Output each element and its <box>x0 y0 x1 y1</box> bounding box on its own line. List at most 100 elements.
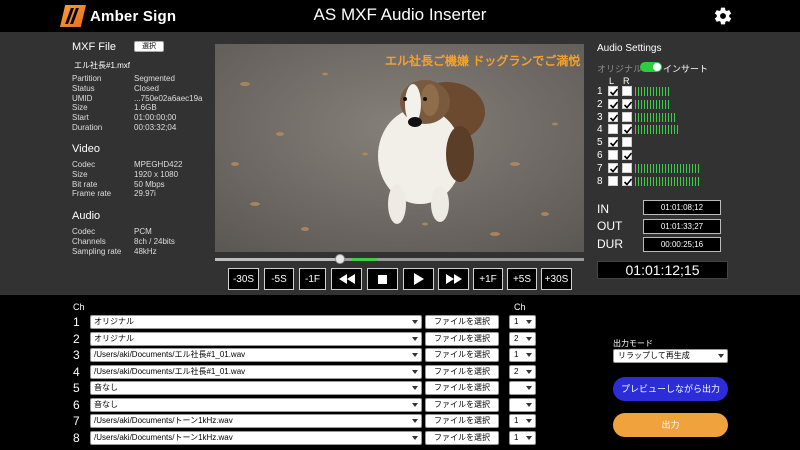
choose-file-button[interactable]: ファイルを選択 <box>425 348 499 362</box>
insert-label: インサート <box>663 64 709 74</box>
chevron-down-icon <box>718 354 724 358</box>
source-channel-select[interactable]: 2 <box>509 331 536 346</box>
left-channel-checkbox[interactable] <box>608 175 618 186</box>
audio-source-select[interactable]: /Users/aki/Documents/エル社長#1_01.wav <box>90 348 422 362</box>
channel-number: 7 <box>597 162 603 174</box>
info-value: 1920 x 1080 <box>134 169 179 179</box>
preview-output-button[interactable]: プレビューしながら出力 <box>613 377 728 401</box>
audio-source-select[interactable]: /Users/aki/Documents/トーン1kHz.wav <box>90 430 422 445</box>
choose-file-button[interactable]: ファイルを選択 <box>425 331 499 346</box>
left-channel-checkbox[interactable] <box>608 150 618 160</box>
chevron-down-icon <box>526 386 532 390</box>
video-preview[interactable] <box>215 44 584 252</box>
play-button[interactable] <box>403 268 434 290</box>
left-channel-checkbox[interactable] <box>608 124 618 135</box>
level-meter <box>635 87 670 96</box>
audio-source-select[interactable]: オリジナル <box>90 331 422 346</box>
right-channel-checkbox[interactable] <box>622 150 633 160</box>
select-mxf-button[interactable]: 選択 <box>134 41 164 52</box>
back-5s-button[interactable]: -5S <box>264 268 294 290</box>
audio-source-value: オリジナル <box>94 333 134 343</box>
source-channel-select[interactable] <box>509 381 536 395</box>
in-timecode-field[interactable]: 01:01:08;12 <box>643 200 721 215</box>
info-key: Codec <box>72 227 96 236</box>
in-label: IN <box>597 202 609 216</box>
out-timecode-field[interactable]: 01:01:33;27 <box>643 219 721 234</box>
output-channel-number: 2 <box>73 331 80 346</box>
left-channel-checkbox[interactable] <box>608 98 619 109</box>
back-30s-button[interactable]: -30S <box>228 268 259 290</box>
source-channel-select[interactable]: 2 <box>509 364 536 379</box>
chevron-down-icon <box>412 435 418 440</box>
forward-1f-button[interactable]: +1F <box>473 268 503 290</box>
audio-source-value: 音なし <box>94 383 118 392</box>
gear-icon[interactable] <box>713 6 733 26</box>
right-channel-checkbox[interactable] <box>622 137 632 148</box>
level-meter <box>635 176 700 186</box>
source-channel-select[interactable] <box>509 397 536 412</box>
audio-source-value: 音なし <box>94 399 118 409</box>
channel-number: 1 <box>597 86 603 97</box>
source-channel-select[interactable]: 1 <box>509 414 536 428</box>
source-channel-select[interactable]: 1 <box>509 315 536 329</box>
right-channel-checkbox[interactable] <box>622 111 632 122</box>
audio-source-select[interactable]: /Users/aki/Documents/エル社長#1_01.wav <box>90 364 422 379</box>
choose-file-button[interactable]: ファイルを選択 <box>425 315 499 329</box>
choose-file-button[interactable]: ファイルを選択 <box>425 414 499 428</box>
audio-source-select[interactable]: /Users/aki/Documents/トーン1kHz.wav <box>90 414 422 428</box>
play-icon <box>413 273 424 285</box>
left-channel-checkbox[interactable] <box>608 137 619 148</box>
fast-forward-button[interactable] <box>438 268 469 290</box>
source-channel-select[interactable]: 1 <box>509 348 536 362</box>
source-channel-column-header: Ch <box>514 302 526 312</box>
channel-number: 8 <box>597 175 603 187</box>
choose-file-button[interactable]: ファイルを選択 <box>425 430 499 445</box>
timeline-playhead[interactable] <box>335 254 346 264</box>
left-channel-checkbox[interactable] <box>608 111 619 122</box>
chevron-down-icon <box>526 435 532 440</box>
right-channel-checkbox[interactable] <box>622 98 633 109</box>
stop-button[interactable] <box>367 268 398 290</box>
main-panel: MXF File 選択 エル社長#1.mxf Partition Segmente… <box>0 32 800 295</box>
choose-file-button[interactable]: ファイルを選択 <box>425 381 499 395</box>
channel-number: 3 <box>597 111 603 123</box>
audio-source-select[interactable]: オリジナル <box>90 315 422 329</box>
info-key: Start <box>72 113 89 123</box>
back-1f-button[interactable]: -1F <box>299 268 326 290</box>
audio-source-select[interactable]: 音なし <box>90 381 422 395</box>
rewind-button[interactable] <box>331 268 362 290</box>
level-meter <box>635 125 679 135</box>
right-channel-checkbox[interactable] <box>622 175 633 186</box>
output-channel-number: 5 <box>73 381 80 395</box>
left-channel-checkbox[interactable] <box>608 86 619 96</box>
original-insert-toggle[interactable] <box>640 62 662 72</box>
choose-file-button[interactable]: ファイルを選択 <box>425 397 499 412</box>
forward-5s-button[interactable]: +5S <box>507 268 537 290</box>
level-meter <box>635 112 676 122</box>
level-meter <box>635 99 670 109</box>
source-channel-value: 1 <box>514 350 519 359</box>
left-channel-checkbox[interactable] <box>608 162 619 173</box>
info-key: Status <box>72 83 95 93</box>
right-channel-checkbox[interactable] <box>622 124 633 135</box>
source-channel-value: 2 <box>514 366 519 376</box>
timeline-scrubber[interactable] <box>215 254 584 264</box>
source-channel-select[interactable]: 1 <box>509 430 536 445</box>
audio-source-select[interactable]: 音なし <box>90 397 422 412</box>
stop-icon <box>378 274 387 284</box>
output-mode-select[interactable]: リラップして再生成 <box>613 349 728 363</box>
info-key: Bit rate <box>72 179 98 189</box>
forward-30s-button[interactable]: +30S <box>541 268 572 290</box>
info-key: Partition <box>72 74 102 83</box>
output-channel-number: 1 <box>73 315 80 329</box>
source-channel-value: 1 <box>514 317 519 326</box>
right-channel-checkbox[interactable] <box>622 162 632 173</box>
choose-file-button[interactable]: ファイルを選択 <box>425 364 499 379</box>
info-value: 00:03:32;04 <box>134 123 177 132</box>
timeline-played <box>215 258 341 261</box>
left-channel-header: L <box>609 76 615 86</box>
audio-source-value: オリジナル <box>94 317 134 326</box>
output-button[interactable]: 出力 <box>613 413 728 437</box>
right-channel-checkbox[interactable] <box>622 86 632 96</box>
info-key: Codec <box>72 160 96 169</box>
